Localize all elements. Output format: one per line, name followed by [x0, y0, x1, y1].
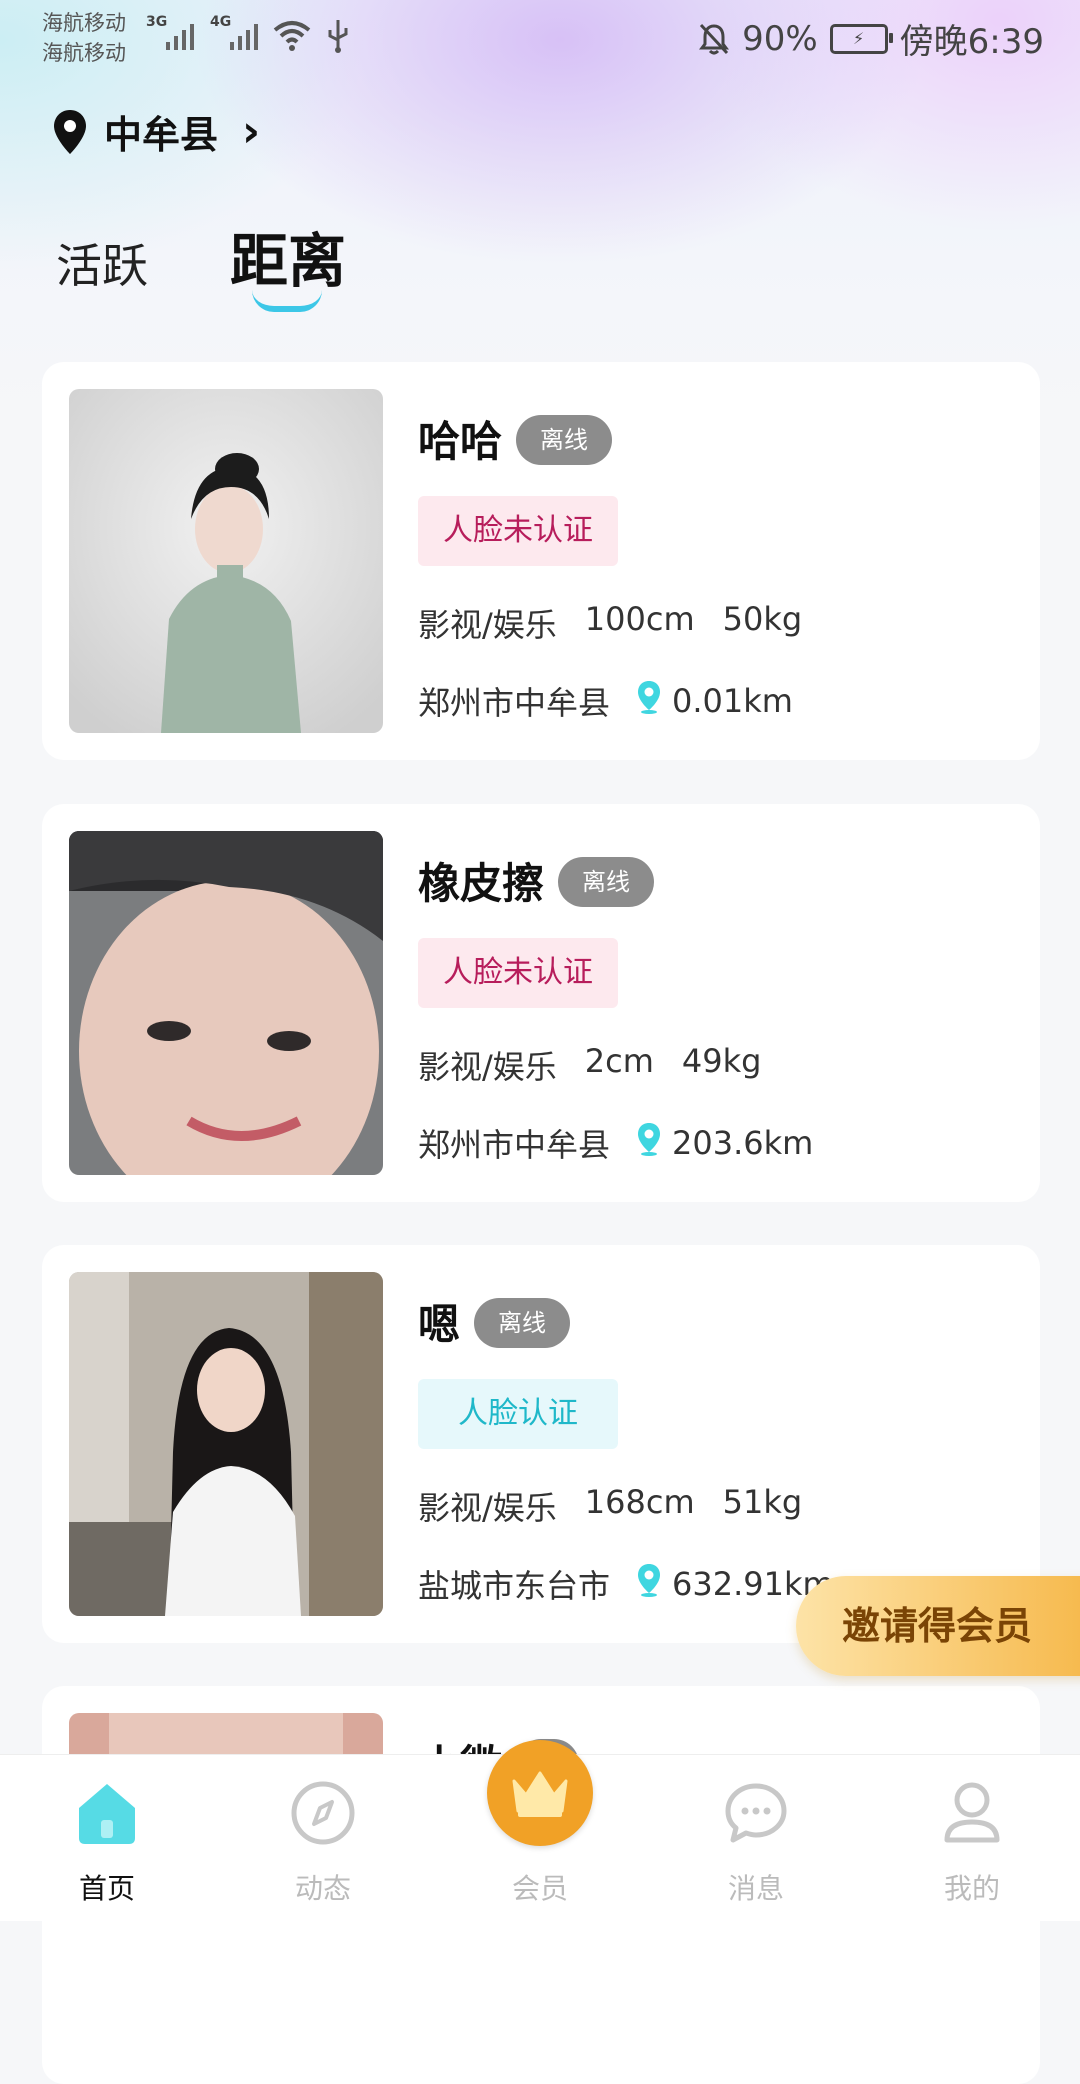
user-distance: 203.6km [672, 1124, 814, 1162]
tab-indicator [252, 290, 322, 312]
nav-home[interactable]: 首页 [37, 1775, 177, 1907]
status-badge: 离线 [474, 1297, 571, 1348]
tab-distance[interactable]: 距离 [230, 214, 346, 298]
face-verify-badge: 人脸未认证 [418, 938, 618, 1008]
user-icon [944, 1782, 1000, 1843]
message-icon [725, 1783, 787, 1843]
battery-percent: 90% [742, 18, 818, 59]
user-location: 郑州市中牟县 203.6km [418, 1120, 813, 1166]
user-height: 168cm [584, 1483, 695, 1521]
bell-muted-icon [699, 23, 730, 54]
user-photo [69, 831, 383, 1175]
user-name: 嗯离线 [418, 1291, 571, 1353]
user-name: 橡皮擦 离线 [418, 850, 655, 912]
user-height: 2cm [584, 1042, 654, 1080]
user-weight: 50kg [722, 600, 803, 638]
nav-feed[interactable]: 动态 [253, 1775, 393, 1907]
user-height: 100cm [584, 600, 695, 638]
status-bar: 海航移动 海航移动 3G 4G 90% ⚡ 傍晚6:39 [0, 0, 1080, 80]
signal-icon [166, 20, 194, 50]
tab-active-users[interactable]: 活跃 [56, 230, 148, 296]
user-stats: 影视/娱乐 100cm 50kg [418, 600, 802, 646]
user-weight: 49kg [681, 1042, 762, 1080]
user-city: 郑州市中牟县 [418, 1126, 611, 1164]
user-card[interactable]: 哈哈 离线 人脸未认证 影视/娱乐 100cm 50kg 郑州市中牟县 0.01k… [42, 362, 1040, 760]
status-right: 90% ⚡ 傍晚6:39 [698, 14, 1044, 63]
crown-icon [512, 1771, 568, 1817]
user-weight: 51kg [722, 1483, 803, 1521]
user-name: 哈哈 离线 [418, 408, 613, 470]
invite-member-button[interactable]: 邀请得会员 [796, 1576, 1080, 1676]
user-city: 郑州市中牟县 [418, 684, 611, 722]
member-crown-button[interactable] [487, 1740, 593, 1846]
clock: 傍晚6:39 [899, 22, 1044, 62]
status-badge: 离线 [516, 414, 613, 465]
nav-label: 我的 [943, 1872, 1000, 1905]
user-stats: 影视/娱乐 2cm 49kg [418, 1042, 761, 1088]
user-location: 郑州市中牟县 0.01km [418, 678, 793, 724]
location-label: 中牟县 [104, 113, 219, 157]
distance-pin-icon [638, 1123, 661, 1156]
nav-profile[interactable]: 我的 [902, 1775, 1042, 1907]
usb-icon [328, 20, 348, 53]
face-verify-badge: 人脸认证 [418, 1379, 618, 1449]
carrier-text: 海航移动 海航移动 [42, 11, 126, 65]
compass-icon [291, 1781, 355, 1845]
nav-label: 消息 [727, 1872, 784, 1905]
distance-pin-icon [638, 681, 661, 714]
distance-pin-icon [638, 1564, 661, 1597]
user-city: 盐城市东台市 [418, 1567, 611, 1605]
wifi-icon [273, 21, 311, 51]
user-job: 影视/娱乐 [418, 606, 557, 644]
location-selector[interactable]: 中牟县 › [52, 104, 260, 159]
user-stats: 影视/娱乐 168cm 51kg [418, 1483, 802, 1529]
network-type-2: 4G [210, 14, 232, 30]
chevron-right-icon: › [242, 106, 261, 157]
user-distance: 0.01km [672, 682, 793, 720]
signal-icon [230, 20, 258, 50]
user-job: 影视/娱乐 [418, 1489, 557, 1527]
user-card[interactable]: 橡皮擦 离线 人脸未认证 影视/娱乐 2cm 49kg 郑州市中牟县 203.6k… [42, 804, 1040, 1202]
network-type-1: 3G [146, 14, 168, 30]
home-icon [79, 1784, 135, 1844]
location-pin-icon [54, 109, 86, 154]
nav-label: 会员 [511, 1872, 568, 1905]
nav-messages[interactable]: 消息 [686, 1775, 826, 1907]
user-location: 盐城市东台市 632.91km [418, 1561, 834, 1607]
face-verify-badge: 人脸未认证 [418, 496, 618, 566]
nav-label: 动态 [294, 1872, 351, 1905]
user-photo [69, 1272, 383, 1616]
nav-label: 首页 [78, 1872, 135, 1905]
user-photo [69, 389, 383, 733]
user-job: 影视/娱乐 [418, 1048, 557, 1086]
battery-icon: ⚡ [829, 23, 893, 54]
status-badge: 离线 [558, 856, 655, 907]
